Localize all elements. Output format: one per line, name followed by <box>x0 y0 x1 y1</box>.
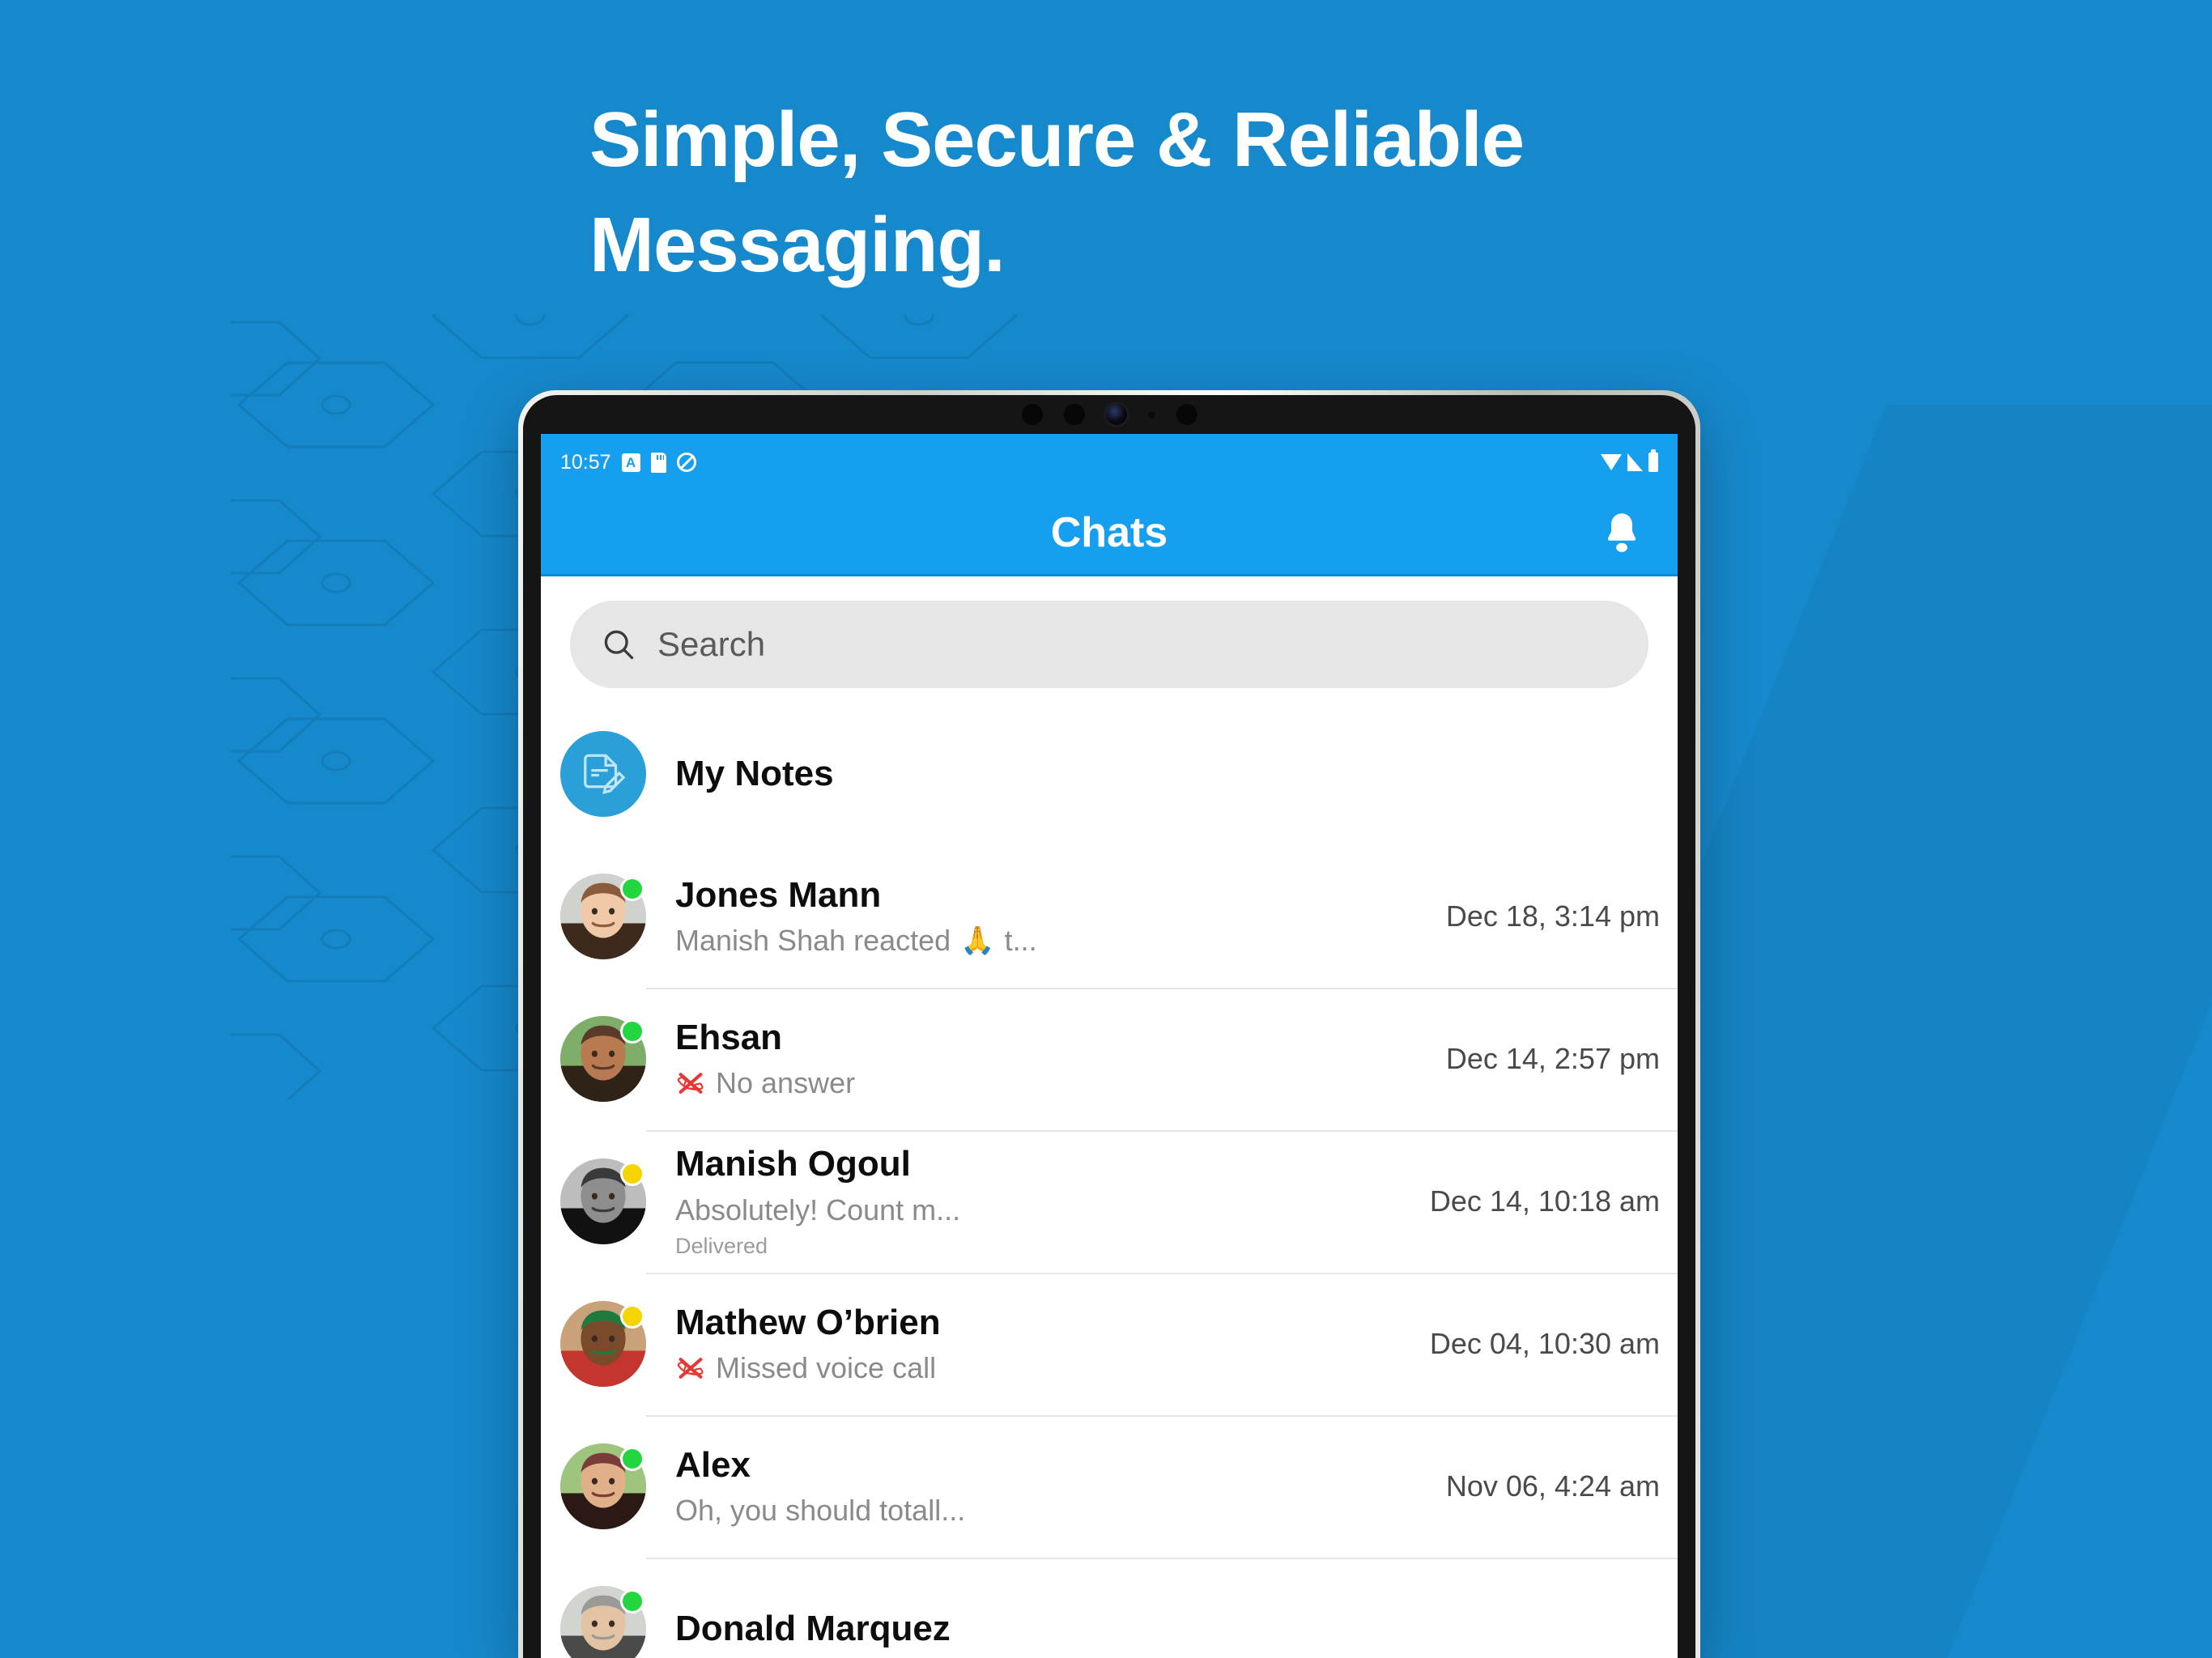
chat-timestamp: Dec 18, 3:14 pm <box>1445 899 1660 933</box>
chat-preview-text: No answer <box>716 1066 856 1100</box>
avatar <box>560 1016 646 1102</box>
chat-row-main: Manish Ogoul Absolutely! Count m... Delive… <box>646 1144 1415 1259</box>
chat-timestamp: Dec 14, 10:18 am <box>1429 1184 1660 1218</box>
note-pencil-icon <box>560 731 646 817</box>
wifi-icon <box>1601 454 1622 470</box>
chat-row[interactable]: Mathew O’brien Missed voice call Dec 04, 1… <box>541 1273 1678 1415</box>
chat-row[interactable]: Manish Ogoul Absolutely! Count m... Delive… <box>541 1130 1678 1273</box>
chat-name: Jones Mann <box>675 874 882 915</box>
chat-list: My Notes Jones Mann Manish Shah reacted 🙏 t… <box>541 703 1678 1658</box>
chat-row[interactable]: Jones Mann Manish Shah reacted 🙏 t... Dec 18… <box>541 845 1678 988</box>
status-bar-left: 10:57 A <box>560 451 696 474</box>
camera-dot-icon <box>1176 404 1197 425</box>
headline-line-2: Messaging. <box>589 201 1006 288</box>
chat-name: Alex <box>675 1444 751 1485</box>
my-notes-main: My Notes <box>646 754 1660 794</box>
battery-icon <box>1648 449 1658 472</box>
letter-a-badge-icon: A <box>621 453 640 472</box>
reaction-emoji: 🙏 <box>960 925 995 957</box>
missed-call-icon <box>677 1358 704 1380</box>
camera-dot-icon <box>1063 404 1085 425</box>
chat-preview: Oh, you should totall... <box>675 1494 1431 1528</box>
chat-timestamp: Dec 14, 2:57 pm <box>1445 1042 1660 1075</box>
headline-line-1: Simple, Secure & Reliable <box>589 96 1525 183</box>
app-bar: Chats <box>541 491 1678 576</box>
chat-timestamp: Dec 04, 10:30 am <box>1429 1327 1660 1360</box>
presence-indicator <box>620 1019 644 1044</box>
chat-preview-text: Missed voice call <box>716 1351 937 1385</box>
presence-indicator <box>620 1589 644 1613</box>
chat-preview-tail: t... <box>1004 924 1037 958</box>
chat-row-main: Ehsan No answer <box>646 1018 1431 1101</box>
chat-row[interactable]: Donald Marquez <box>541 1558 1678 1658</box>
chat-name: Ehsan <box>675 1017 783 1057</box>
chat-row[interactable]: Alex Oh, you should totall... Nov 06, 4:24… <box>541 1415 1678 1558</box>
avatar <box>560 1158 646 1244</box>
chat-row-main: Mathew O’brien Missed voice call <box>646 1303 1415 1386</box>
chat-preview-text: Absolutely! Count m... <box>675 1192 961 1226</box>
search-icon <box>604 630 634 660</box>
app-screen: 10:57 A Chats Search My Notes Jones Mann… <box>541 434 1678 1658</box>
tablet-bezel: 10:57 A Chats Search My Notes Jones Mann… <box>523 395 1695 1658</box>
chat-row[interactable]: Ehsan No answer Dec 14, 2:57 pm <box>541 988 1678 1130</box>
do-not-disturb-icon <box>676 453 696 472</box>
search-section: Search <box>541 576 1678 703</box>
chat-row-main: Alex Oh, you should totall... <box>646 1445 1431 1528</box>
chat-preview: Manish Shah reacted 🙏 t... <box>675 924 1431 958</box>
chat-row-main: Jones Mann Manish Shah reacted 🙏 t... <box>646 875 1431 959</box>
search-placeholder: Search <box>657 625 766 663</box>
chat-preview: Absolutely! Count m... <box>675 1193 1415 1227</box>
status-bar-right <box>1601 449 1658 472</box>
chat-name: Manish Ogoul <box>675 1144 911 1184</box>
chat-preview: Missed voice call <box>675 1351 1415 1385</box>
chat-rows-container: Jones Mann Manish Shah reacted 🙏 t... Dec 18… <box>541 845 1678 1658</box>
chat-preview-text: Manish Shah reacted <box>675 924 951 958</box>
sd-card-icon <box>650 452 666 473</box>
delivery-status: Delivered <box>675 1233 768 1258</box>
chat-timestamp: Nov 06, 4:24 am <box>1445 1469 1660 1503</box>
camera-module <box>523 395 1695 434</box>
avatar <box>560 1443 646 1529</box>
chat-name: Donald Marquez <box>675 1608 951 1648</box>
list-item-my-notes[interactable]: My Notes <box>541 703 1678 845</box>
avatar <box>560 1301 646 1387</box>
camera-lens-icon <box>1105 404 1127 425</box>
presence-indicator <box>620 1162 644 1186</box>
presence-indicator <box>620 1447 644 1471</box>
page-title: Simple, Secure & Reliable Messaging. <box>589 87 1723 297</box>
bell-icon[interactable] <box>1597 508 1647 558</box>
avatar <box>560 1586 646 1658</box>
status-bar-clock: 10:57 <box>560 450 611 474</box>
missed-call-icon <box>677 1073 704 1095</box>
chat-name: Mathew O’brien <box>675 1302 941 1342</box>
missed-call-icon <box>675 1354 706 1382</box>
app-bar-title: Chats <box>1050 508 1168 556</box>
camera-dot-icon <box>1021 404 1043 425</box>
my-notes-label: My Notes <box>675 754 834 793</box>
tablet-device-frame: 10:57 A Chats Search My Notes Jones Mann… <box>518 390 1700 1658</box>
chat-row-main: Donald Marquez <box>646 1609 1660 1650</box>
sensor-dot-icon <box>1147 410 1155 419</box>
avatar <box>560 874 646 959</box>
chat-preview: No answer <box>675 1066 1431 1100</box>
missed-call-icon <box>675 1069 706 1097</box>
presence-indicator <box>620 1304 644 1329</box>
search-input[interactable]: Search <box>570 601 1648 688</box>
signal-icon <box>1627 453 1643 471</box>
status-bar: 10:57 A <box>541 434 1678 491</box>
chat-preview-text: Oh, you should totall... <box>675 1494 966 1528</box>
presence-indicator <box>620 877 644 901</box>
